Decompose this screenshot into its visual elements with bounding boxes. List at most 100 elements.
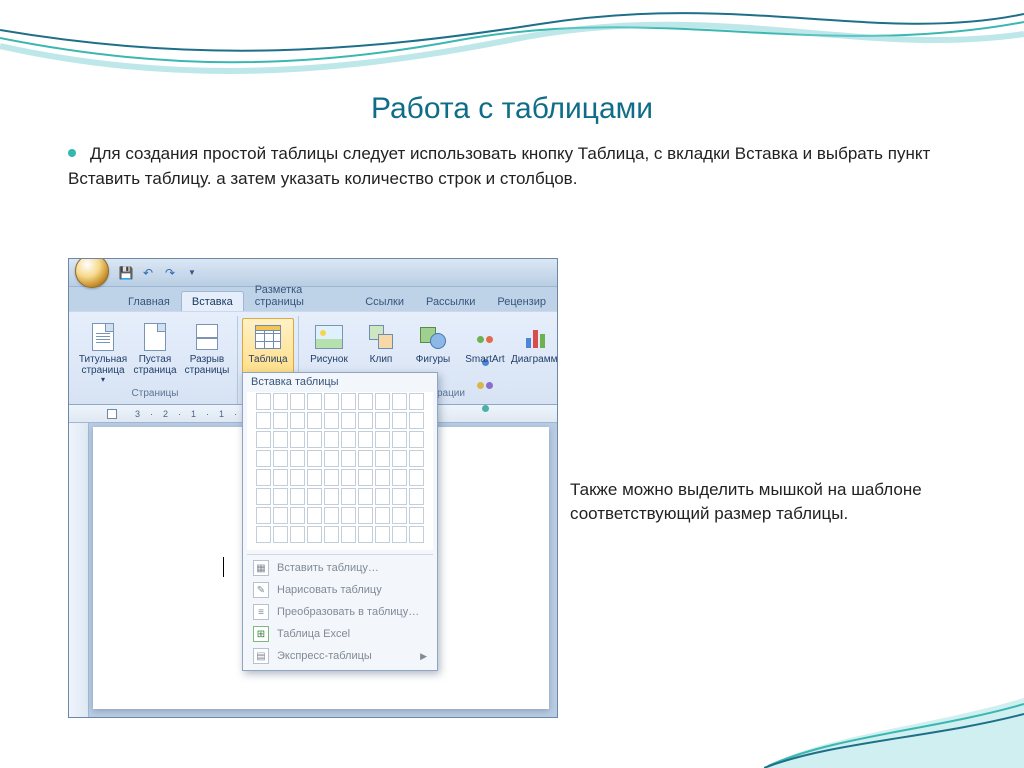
grid-cell[interactable] (358, 450, 373, 467)
grid-cell[interactable] (256, 526, 271, 543)
grid-cell[interactable] (341, 507, 356, 524)
grid-cell[interactable] (392, 526, 407, 543)
menu-draw-table[interactable]: ✎ Нарисовать таблицу (243, 579, 437, 601)
save-icon[interactable]: 💾 (118, 265, 134, 281)
grid-cell[interactable] (324, 507, 339, 524)
grid-cell[interactable] (307, 431, 322, 448)
grid-cell[interactable] (392, 393, 407, 410)
blank-page-button[interactable]: Пустая страница (129, 318, 181, 387)
grid-cell[interactable] (256, 393, 271, 410)
grid-cell[interactable] (409, 431, 424, 448)
grid-cell[interactable] (358, 431, 373, 448)
grid-cell[interactable] (307, 488, 322, 505)
grid-cell[interactable] (375, 526, 390, 543)
menu-excel-table[interactable]: ⊞ Таблица Excel (243, 623, 437, 645)
tab-review[interactable]: Рецензир (486, 291, 557, 311)
grid-cell[interactable] (392, 450, 407, 467)
tab-references[interactable]: Ссылки (354, 291, 415, 311)
grid-cell[interactable] (375, 488, 390, 505)
grid-cell[interactable] (307, 507, 322, 524)
grid-cell[interactable] (290, 431, 305, 448)
qat-dropdown-icon[interactable]: ▼ (184, 265, 200, 281)
grid-cell[interactable] (256, 412, 271, 429)
grid-cell[interactable] (256, 507, 271, 524)
office-button[interactable] (75, 258, 109, 288)
grid-cell[interactable] (273, 450, 288, 467)
grid-cell[interactable] (375, 412, 390, 429)
grid-cell[interactable] (273, 469, 288, 486)
grid-cell[interactable] (358, 412, 373, 429)
grid-cell[interactable] (324, 431, 339, 448)
grid-cell[interactable] (341, 488, 356, 505)
grid-cell[interactable] (324, 469, 339, 486)
grid-cell[interactable] (273, 488, 288, 505)
grid-cell[interactable] (290, 526, 305, 543)
grid-cell[interactable] (273, 431, 288, 448)
grid-cell[interactable] (324, 526, 339, 543)
grid-cell[interactable] (290, 507, 305, 524)
grid-cell[interactable] (409, 488, 424, 505)
smartart-button[interactable]: SmartArt (459, 318, 511, 387)
grid-cell[interactable] (392, 412, 407, 429)
grid-cell[interactable] (358, 507, 373, 524)
grid-cell[interactable] (341, 412, 356, 429)
grid-cell[interactable] (256, 450, 271, 467)
tab-insert[interactable]: Вставка (181, 291, 244, 311)
tab-mailings[interactable]: Рассылки (415, 291, 486, 311)
grid-cell[interactable] (358, 526, 373, 543)
grid-cell[interactable] (358, 469, 373, 486)
grid-cell[interactable] (307, 469, 322, 486)
tab-page-layout[interactable]: Разметка страницы (244, 279, 354, 311)
grid-cell[interactable] (324, 393, 339, 410)
grid-cell[interactable] (256, 488, 271, 505)
tab-selector-icon[interactable] (107, 409, 117, 419)
menu-convert-to-table[interactable]: ≡ Преобразовать в таблицу… (243, 601, 437, 623)
grid-cell[interactable] (375, 393, 390, 410)
grid-cell[interactable] (290, 393, 305, 410)
grid-cell[interactable] (392, 469, 407, 486)
grid-cell[interactable] (341, 469, 356, 486)
grid-cell[interactable] (409, 469, 424, 486)
grid-cell[interactable] (409, 450, 424, 467)
grid-cell[interactable] (375, 507, 390, 524)
redo-icon[interactable]: ↷ (162, 265, 178, 281)
grid-cell[interactable] (256, 469, 271, 486)
grid-cell[interactable] (324, 488, 339, 505)
grid-cell[interactable] (341, 450, 356, 467)
grid-cell[interactable] (375, 469, 390, 486)
menu-quick-tables[interactable]: ▤ Экспресс-таблицы ▶ (243, 645, 437, 667)
grid-cell[interactable] (256, 431, 271, 448)
grid-cell[interactable] (307, 450, 322, 467)
grid-cell[interactable] (307, 412, 322, 429)
grid-cell[interactable] (307, 393, 322, 410)
cover-page-button[interactable]: Титульная страница ▾ (77, 318, 129, 387)
page-break-button[interactable]: Разрыв страницы (181, 318, 233, 387)
grid-cell[interactable] (392, 431, 407, 448)
grid-cell[interactable] (290, 469, 305, 486)
grid-cell[interactable] (290, 488, 305, 505)
grid-cell[interactable] (273, 393, 288, 410)
chart-button[interactable]: Диаграмма (511, 318, 558, 387)
grid-cell[interactable] (290, 412, 305, 429)
grid-cell[interactable] (358, 393, 373, 410)
grid-cell[interactable] (273, 507, 288, 524)
grid-cell[interactable] (341, 431, 356, 448)
grid-cell[interactable] (392, 507, 407, 524)
grid-cell[interactable] (290, 450, 305, 467)
menu-insert-table[interactable]: ▦ Вставить таблицу… (243, 557, 437, 579)
grid-cell[interactable] (358, 488, 373, 505)
grid-cell[interactable] (341, 526, 356, 543)
tab-home[interactable]: Главная (117, 291, 181, 311)
grid-cell[interactable] (409, 393, 424, 410)
grid-cell[interactable] (409, 412, 424, 429)
grid-cell[interactable] (409, 507, 424, 524)
grid-cell[interactable] (375, 450, 390, 467)
table-size-grid[interactable] (247, 392, 433, 550)
grid-cell[interactable] (409, 526, 424, 543)
undo-icon[interactable]: ↶ (140, 265, 156, 281)
grid-cell[interactable] (273, 526, 288, 543)
grid-cell[interactable] (375, 431, 390, 448)
grid-cell[interactable] (341, 393, 356, 410)
grid-cell[interactable] (392, 488, 407, 505)
grid-cell[interactable] (273, 412, 288, 429)
